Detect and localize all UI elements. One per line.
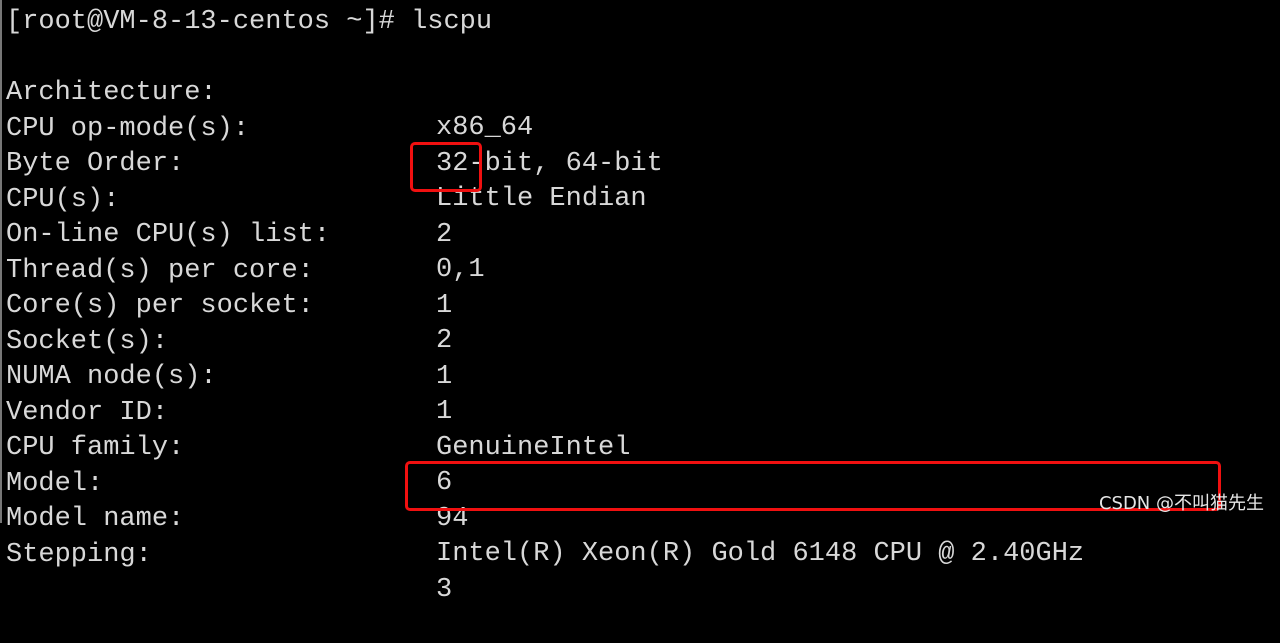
row-value: 0,1 — [436, 255, 485, 285]
row-value: 1 — [436, 397, 453, 427]
output-row: Core(s) per socket: 2 — [6, 254, 452, 356]
row-value: 1 — [436, 361, 453, 392]
output-row: CPU(s): 2 — [6, 148, 452, 250]
row-value: 2 — [436, 219, 453, 250]
command-prompt-line: [root@VM-8-13-centos ~]# lscpu — [6, 5, 492, 40]
row-value: 1 — [436, 290, 453, 321]
output-row: Model: 94 — [6, 432, 468, 534]
output-row: Socket(s): 1 — [6, 290, 452, 392]
output-row: Thread(s) per core: 1 — [6, 219, 452, 321]
row-label: Stepping: — [6, 539, 152, 570]
highlight-box-cpus — [410, 142, 482, 192]
row-value: 2 — [436, 326, 453, 356]
output-row: Architecture: x86_64 — [6, 41, 533, 143]
output-row: NUMA node(s): 1 — [6, 325, 452, 427]
window-edge — [0, 0, 2, 523]
row-value: x86_64 — [436, 113, 534, 143]
command-prompt: [root@VM-8-13-centos ~]# lscpu — [6, 7, 493, 37]
output-row: CPU op-mode(s): 32-bit, 64-bit — [6, 77, 663, 179]
terminal-window: [root@VM-8-13-centos ~]# lscpu Architect… — [0, 0, 1280, 605]
row-value: 3 — [436, 574, 453, 605]
output-row: Stepping: 3 — [6, 503, 452, 605]
output-row: Model name: Intel(R) Xeon(R) Gold 6148 C… — [6, 467, 1084, 569]
output-row: CPU family: 6 — [6, 396, 452, 498]
watermark: CSDN @不叫猫先生 — [1098, 493, 1264, 514]
output-row: Byte Order: Little Endian — [6, 112, 647, 214]
output-row: On-line CPU(s) list: 0,1 — [6, 183, 485, 285]
row-value: Intel(R) Xeon(R) Gold 6148 CPU @ 2.40GHz — [436, 539, 1085, 569]
output-row: Vendor ID: GenuineIntel — [6, 361, 630, 463]
